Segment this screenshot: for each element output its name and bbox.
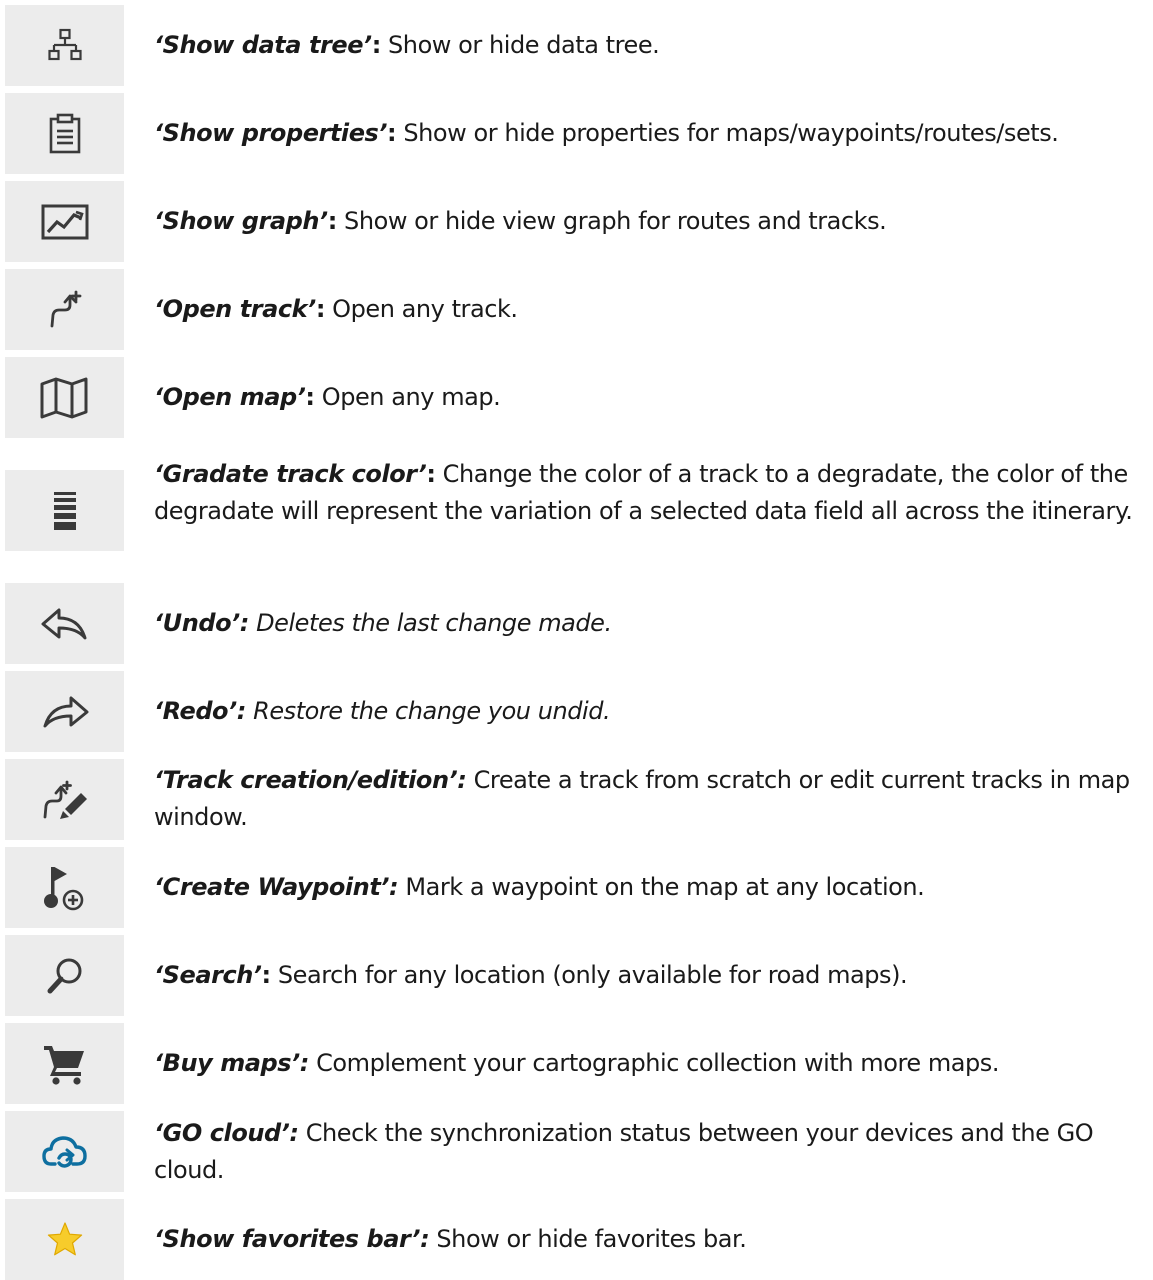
item-name: ‘Open track’	[154, 295, 316, 323]
cloud-sync-icon	[41, 1135, 87, 1168]
item-name: ‘GO cloud’:	[154, 1119, 299, 1147]
map-icon	[40, 377, 87, 418]
icon-tile[interactable]	[5, 93, 124, 174]
cart-icon	[43, 1045, 84, 1085]
item-colon: :	[327, 207, 338, 235]
graph-icon	[41, 204, 88, 239]
clipboard-icon	[49, 113, 80, 153]
item-name: ‘Open map’	[154, 383, 306, 411]
icon-tile[interactable]	[5, 181, 124, 262]
undo-icon	[41, 608, 86, 639]
icon-tile[interactable]	[5, 759, 124, 840]
create-waypoint-icon	[43, 866, 83, 910]
item-name: ‘Search’	[154, 961, 262, 989]
item-description: ‘Show graph’: Show or hide view graph fo…	[154, 203, 1149, 240]
open-track-icon	[50, 290, 81, 327]
item-text: Show or hide properties for maps/waypoin…	[396, 119, 1059, 147]
item-description: ‘Undo’: Deletes the last change made.	[154, 605, 1149, 642]
item-text: Restore the change you undid.	[245, 697, 611, 725]
icon-tile[interactable]	[5, 357, 124, 438]
item-description: ‘Buy maps’: Complement your cartographic…	[154, 1045, 1149, 1082]
item-name: ‘Show favorites bar’:	[154, 1225, 430, 1253]
item-text: Complement your cartographic collection …	[308, 1049, 1000, 1077]
star-icon	[47, 1221, 82, 1255]
track-edit-icon	[43, 780, 87, 819]
item-text: Show or hide view graph for routes and t…	[336, 207, 887, 235]
item-description: ‘Show favorites bar’: Show or hide favor…	[154, 1221, 1149, 1258]
icon-tile[interactable]	[5, 1111, 124, 1192]
item-description: ‘Redo’: Restore the change you undid.	[154, 693, 1149, 730]
item-description: ‘Open track’: Open any track.	[154, 291, 1149, 328]
item-colon: :	[261, 961, 272, 989]
item-description: ‘Open map’: Open any map.	[154, 379, 1149, 416]
item-name: ‘Show data tree’	[154, 31, 372, 59]
search-icon	[47, 958, 81, 993]
icon-tile[interactable]	[5, 1199, 124, 1280]
icon-tile[interactable]	[5, 269, 124, 350]
item-name: ‘Create Waypoint’:	[154, 873, 399, 901]
gradate-icon	[53, 491, 76, 530]
item-description: ‘Track creation/edition’: Create a track…	[154, 762, 1149, 836]
icon-tile[interactable]	[5, 5, 124, 86]
item-name: ‘Show graph’	[154, 207, 328, 235]
item-text: Search for any location (only available …	[270, 961, 908, 989]
icon-tile[interactable]	[5, 470, 124, 551]
item-name: ‘Show properties’	[154, 119, 388, 147]
item-colon: :	[371, 31, 382, 59]
item-description: ‘Search’: Search for any location (only …	[154, 957, 1149, 994]
item-text: Deletes the last change made.	[248, 609, 612, 637]
item-text: Show or hide favorites bar.	[429, 1225, 747, 1253]
item-name: ‘Track creation/edition’:	[154, 766, 467, 794]
item-name: ‘Redo’:	[154, 697, 246, 725]
item-text: Open any track.	[324, 295, 518, 323]
item-text: Mark a waypoint on the map at any locati…	[398, 873, 925, 901]
icon-tile[interactable]	[5, 847, 124, 928]
icon-tile[interactable]	[5, 1023, 124, 1104]
item-name: ‘Undo’:	[154, 609, 249, 637]
item-description: ‘Gradate track color’: Change the color …	[154, 456, 1149, 530]
item-text: Open any map.	[314, 383, 501, 411]
item-name: ‘Buy maps’:	[154, 1049, 309, 1077]
data-tree-icon	[47, 28, 82, 60]
item-colon: :	[387, 119, 397, 147]
icon-tile[interactable]	[5, 671, 124, 752]
icon-tile[interactable]	[5, 583, 124, 664]
item-name: ‘Gradate track color’	[154, 460, 427, 488]
redo-icon	[43, 696, 88, 727]
item-description: ‘Show properties’: Show or hide properti…	[154, 115, 1149, 152]
item-description: ‘Create Waypoint’: Mark a waypoint on th…	[154, 869, 1149, 906]
item-text: Show or hide data tree.	[380, 31, 660, 59]
item-colon: :	[305, 383, 315, 411]
icon-tile[interactable]	[5, 935, 124, 1016]
item-description: ‘GO cloud’: Check the synchronization st…	[154, 1115, 1149, 1189]
item-description: ‘Show data tree’: Show or hide data tree…	[154, 27, 1149, 64]
item-colon: :	[315, 295, 326, 323]
